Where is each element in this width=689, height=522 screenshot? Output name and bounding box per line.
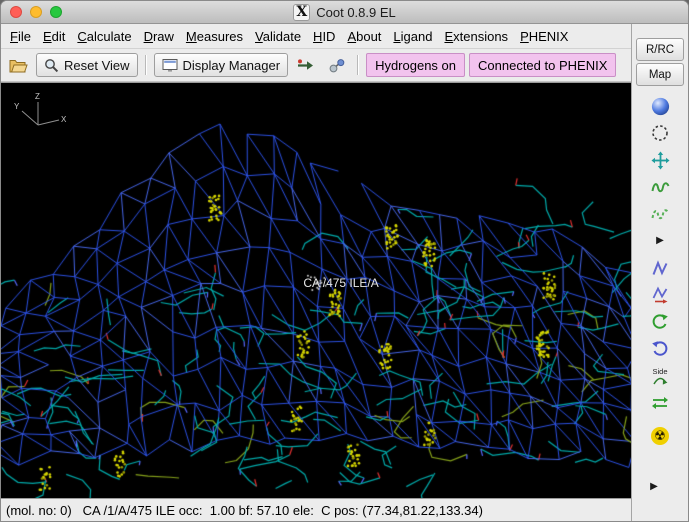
menu-measures[interactable]: Measures bbox=[180, 26, 249, 47]
window-title-text: Coot 0.8.9 EL bbox=[316, 4, 396, 20]
monitor-icon bbox=[162, 58, 178, 72]
toolbar-separator bbox=[357, 55, 360, 75]
status-text: (mol. no: 0) CA /1/A/475 ILE occ: 1.00 b… bbox=[6, 502, 483, 518]
reset-view-label: Reset View bbox=[64, 57, 130, 73]
menu-validate[interactable]: Validate bbox=[249, 26, 307, 47]
close-button[interactable] bbox=[10, 6, 22, 18]
coil-icon[interactable] bbox=[650, 177, 670, 197]
bottom-expander-icon[interactable]: ▶ bbox=[644, 477, 664, 497]
minimize-button[interactable] bbox=[30, 6, 42, 18]
dashed-coil-icon[interactable] bbox=[650, 204, 670, 224]
main-column: File Edit Calculate Draw Measures Valida… bbox=[1, 24, 631, 521]
menu-edit[interactable]: Edit bbox=[37, 26, 71, 47]
reset-view-button[interactable]: Reset View bbox=[36, 53, 138, 77]
circular-arrow-blue-icon[interactable] bbox=[650, 339, 670, 359]
menu-calculate[interactable]: Calculate bbox=[71, 26, 137, 47]
maximize-button[interactable] bbox=[50, 6, 62, 18]
gl-canvas[interactable] bbox=[1, 83, 631, 498]
toolbar-separator bbox=[144, 55, 147, 75]
orientation-axes: Z Y X bbox=[14, 92, 67, 126]
menu-ligand[interactable]: Ligand bbox=[387, 26, 438, 47]
window-body: File Edit Calculate Draw Measures Valida… bbox=[1, 24, 688, 521]
right-toolbar-panel: R/RC Map ▶ Side ☢ ▶ bbox=[631, 24, 688, 521]
menu-extensions[interactable]: Extensions bbox=[438, 26, 514, 47]
menu-about[interactable]: About bbox=[341, 26, 387, 47]
torsion-zigzag-arrow-icon[interactable] bbox=[650, 285, 670, 305]
display-manager-button[interactable]: Display Manager bbox=[153, 53, 289, 77]
menu-draw[interactable]: Draw bbox=[138, 26, 180, 47]
expander-icon[interactable]: ▶ bbox=[650, 231, 670, 251]
move-cross-icon[interactable] bbox=[650, 150, 670, 170]
toolbar: Reset View Display Manager Hydrogens on … bbox=[1, 49, 631, 82]
modelling-icon-strip: ▶ Side ☢ ▶ bbox=[632, 96, 688, 521]
display-manager-label: Display Manager bbox=[182, 57, 281, 73]
menu-file[interactable]: File bbox=[4, 26, 37, 47]
sphere-icon[interactable] bbox=[650, 96, 670, 116]
axis-z-label: Z bbox=[35, 92, 40, 101]
exchange-arrows-icon[interactable] bbox=[650, 393, 670, 413]
hydrogens-status-chip[interactable]: Hydrogens on bbox=[366, 53, 466, 77]
circular-arrow-green-icon[interactable] bbox=[650, 312, 670, 332]
refine-regularize-control-button[interactable]: R/RC bbox=[636, 38, 684, 61]
phenix-status-chip[interactable]: Connected to PHENIX bbox=[469, 53, 617, 77]
atom-label: CA /475 ILE/A bbox=[303, 275, 379, 290]
dashed-circle-icon[interactable] bbox=[650, 123, 670, 143]
molecule-icon bbox=[329, 58, 344, 72]
folder-open-icon bbox=[9, 59, 28, 72]
traffic-lights bbox=[10, 6, 62, 18]
side-chain-flip-icon[interactable]: Side bbox=[650, 366, 670, 386]
menu-hid[interactable]: HID bbox=[307, 26, 341, 47]
torsion-zigzag-icon[interactable] bbox=[650, 258, 670, 278]
open-coordinates-button[interactable] bbox=[5, 53, 32, 77]
molecule-button[interactable] bbox=[323, 53, 350, 77]
menu-phenix[interactable]: PHENIX bbox=[514, 26, 574, 47]
goto-arrow-icon bbox=[298, 59, 314, 70]
map-button[interactable]: Map bbox=[636, 63, 684, 86]
x11-icon: X bbox=[293, 3, 311, 21]
axis-y-label: Y bbox=[14, 102, 20, 111]
radiation-icon[interactable]: ☢ bbox=[650, 426, 670, 446]
window-title: X Coot 0.8.9 EL bbox=[1, 3, 688, 21]
coot-window: X Coot 0.8.9 EL File Edit Calculate Draw… bbox=[0, 0, 689, 522]
magnifier-icon bbox=[45, 58, 59, 72]
menubar: File Edit Calculate Draw Measures Valida… bbox=[1, 24, 631, 49]
statusbar: (mol. no: 0) CA /1/A/475 ILE occ: 1.00 b… bbox=[1, 498, 631, 521]
titlebar: X Coot 0.8.9 EL bbox=[1, 1, 688, 24]
axis-x-label: X bbox=[61, 115, 67, 124]
goto-atom-button[interactable] bbox=[292, 53, 319, 77]
viewport-3d: Z Y X CA /475 ILE/A bbox=[1, 82, 631, 498]
